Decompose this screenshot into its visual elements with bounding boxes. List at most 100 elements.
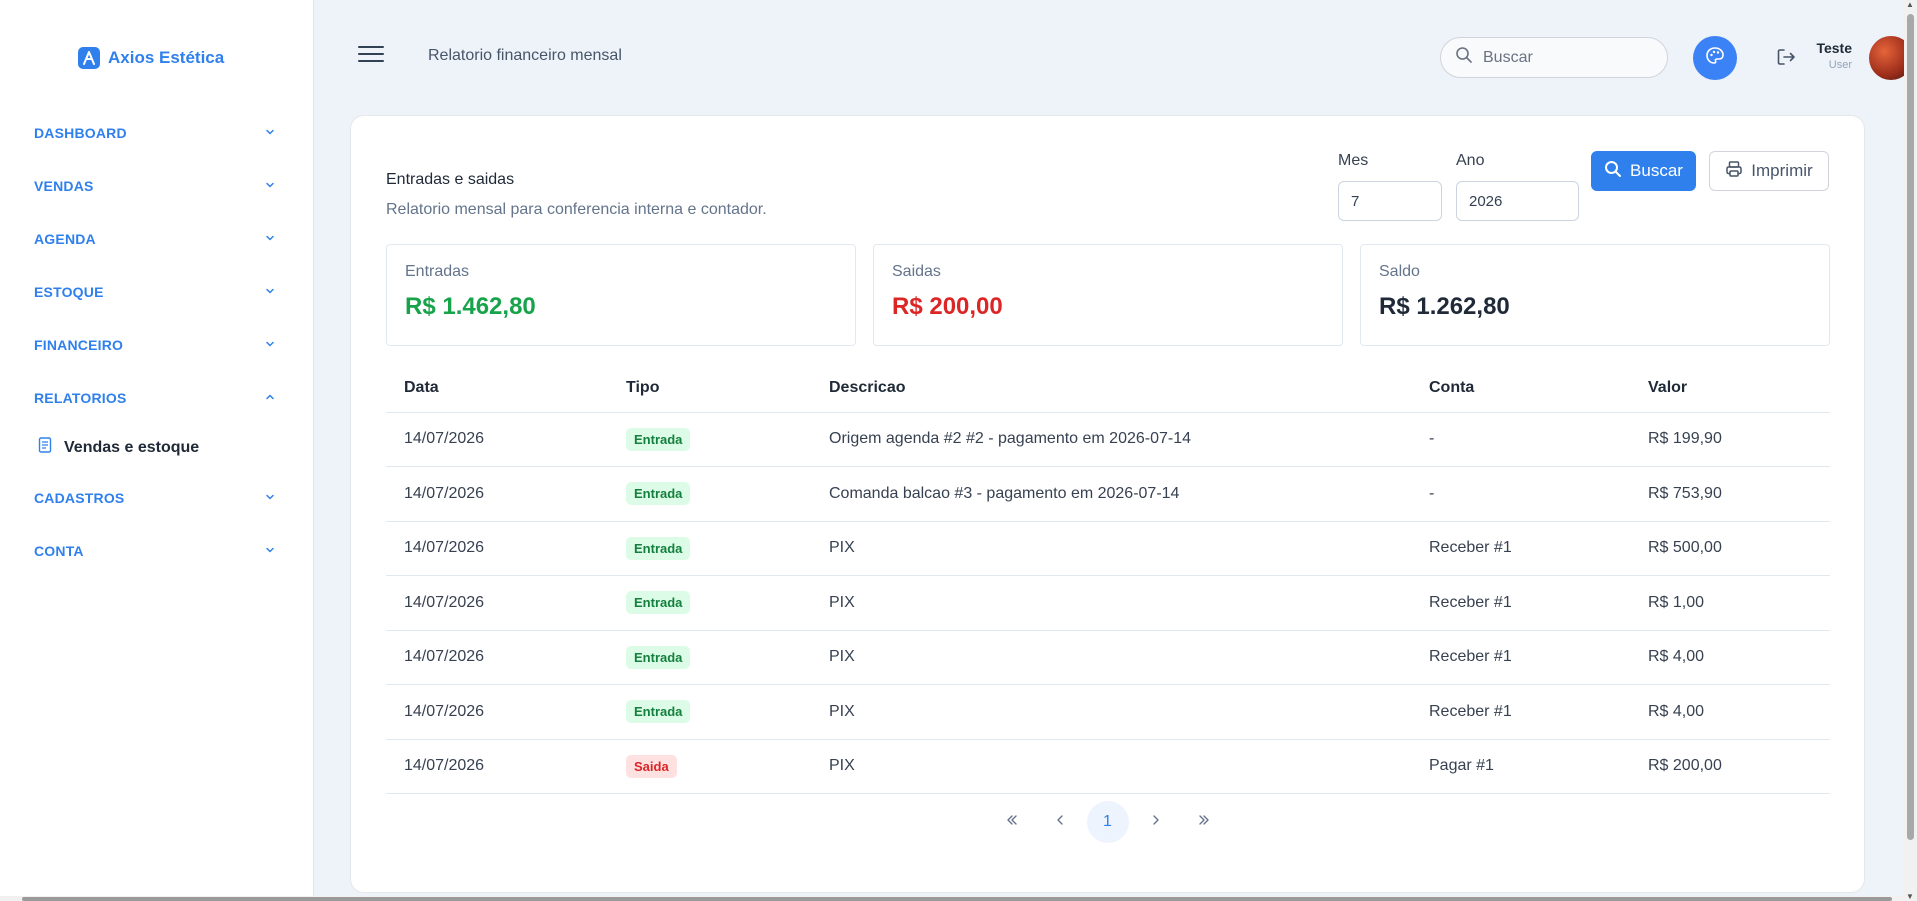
- cell-conta: Receber #1: [1411, 630, 1630, 685]
- chevron-left-icon: [1052, 812, 1068, 833]
- status-badge: Saida: [626, 754, 677, 778]
- table-row[interactable]: 14/07/2026 Entrada PIX Receber #1 R$ 4,00: [386, 630, 1830, 685]
- page-button-current[interactable]: 1: [1086, 801, 1129, 843]
- sidebar-item-label: ESTOQUE: [34, 283, 104, 300]
- column-header-tipo[interactable]: Tipo: [608, 364, 811, 413]
- search-button-label: Buscar: [1630, 161, 1683, 180]
- saidas-value: R$ 200,00: [892, 293, 1003, 320]
- theme-palette-button[interactable]: [1693, 36, 1737, 80]
- status-badge: Entrada: [626, 536, 691, 560]
- sidebar-item-financeiro[interactable]: FINANCEIRO: [0, 318, 314, 371]
- table-row[interactable]: 14/07/2026 Entrada Comanda balcao #3 - pag…: [386, 466, 1830, 522]
- table-header-row: Data Tipo Descricao Conta Valor: [386, 364, 1830, 413]
- cell-data: 14/07/2026: [386, 630, 608, 685]
- status-badge: Entrada: [626, 645, 691, 669]
- brand-name: Axios Estética: [108, 48, 225, 67]
- cell-tipo: Entrada: [608, 521, 811, 576]
- month-label: Mes: [1338, 152, 1369, 169]
- cell-tipo: Entrada: [608, 412, 811, 467]
- search-box[interactable]: [1440, 37, 1668, 78]
- cell-descricao: PIX: [811, 630, 1411, 685]
- search-input[interactable]: [1483, 48, 1643, 67]
- table-row[interactable]: 14/07/2026 Entrada Origem agenda #2 #2 - p…: [386, 412, 1830, 467]
- prev-page-button[interactable]: [1039, 801, 1081, 843]
- double-chevron-right-icon: [1196, 812, 1212, 833]
- cell-data: 14/07/2026: [386, 684, 608, 740]
- user-info[interactable]: Teste User: [1816, 40, 1852, 71]
- cell-tipo: Entrada: [608, 684, 811, 740]
- chevron-down-icon: [264, 543, 276, 559]
- sidebar-item-conta[interactable]: CONTA: [0, 524, 314, 577]
- user-name: Teste: [1816, 40, 1852, 56]
- next-page-button[interactable]: [1135, 801, 1177, 843]
- last-page-button[interactable]: [1183, 801, 1225, 843]
- cell-descricao: PIX: [811, 575, 1411, 631]
- cell-valor: R$ 4,00: [1630, 630, 1830, 685]
- sidebar-item-dashboard[interactable]: DASHBOARD: [0, 106, 314, 159]
- cell-data: 14/07/2026: [386, 521, 608, 576]
- year-input[interactable]: [1456, 181, 1579, 221]
- sidebar-item-label: FINANCEIRO: [34, 336, 124, 353]
- document-icon: [38, 437, 52, 458]
- column-header-valor[interactable]: Valor: [1630, 364, 1830, 413]
- cell-tipo: Entrada: [608, 575, 811, 631]
- column-header-descricao[interactable]: Descricao: [811, 364, 1411, 413]
- printer-icon: [1725, 160, 1743, 183]
- logout-button[interactable]: [1775, 46, 1797, 68]
- column-header-data[interactable]: Data: [386, 364, 608, 413]
- sidebar-item-estoque[interactable]: ESTOQUE: [0, 265, 314, 318]
- sidebar-item-label: VENDAS: [34, 177, 94, 194]
- sidebar-item-label: DASHBOARD: [34, 124, 127, 141]
- vertical-scrollbar[interactable]: ▲ ▼: [1904, 0, 1917, 901]
- brand[interactable]: Axios Estética: [78, 47, 224, 69]
- table-row[interactable]: 14/07/2026 Entrada PIX Receber #1 R$ 500,00: [386, 521, 1830, 576]
- cell-data: 14/07/2026: [386, 739, 608, 794]
- sidebar-item-relatorios[interactable]: RELATORIOS: [0, 371, 314, 424]
- first-page-button[interactable]: [991, 801, 1033, 843]
- chevron-down-icon: [264, 490, 276, 506]
- horizontal-scroll-thumb[interactable]: [22, 897, 1892, 901]
- scroll-down-arrow-icon[interactable]: ▼: [1906, 892, 1914, 901]
- table-row[interactable]: 14/07/2026 Saida PIX Pagar #1 R$ 200,00: [386, 739, 1830, 794]
- chevron-down-icon: [264, 284, 276, 300]
- report-title: Entradas e saidas: [386, 171, 515, 188]
- entradas-label: Entradas: [405, 263, 470, 280]
- sidebar: Axios Estética DASHBOARD VENDAS AGENDA ESTO…: [0, 0, 314, 901]
- status-badge: Entrada: [626, 700, 691, 724]
- cell-conta: Receber #1: [1411, 684, 1630, 740]
- month-input[interactable]: [1338, 181, 1442, 221]
- search-button[interactable]: Buscar: [1591, 151, 1696, 191]
- sidebar-subitem-label: Vendas e estoque: [64, 438, 200, 456]
- vertical-scroll-thumb[interactable]: [1907, 14, 1914, 840]
- column-header-conta[interactable]: Conta: [1411, 364, 1630, 413]
- cell-descricao: Origem agenda #2 #2 - pagamento em 2026-…: [811, 412, 1411, 467]
- chevron-up-icon: [264, 390, 276, 406]
- cell-conta: Pagar #1: [1411, 739, 1630, 794]
- palette-icon: [1705, 46, 1725, 71]
- sidebar-subitem-vendas-e-estoque[interactable]: Vendas e estoque: [0, 424, 314, 471]
- print-button-label: Imprimir: [1751, 161, 1813, 180]
- saldo-value: R$ 1.262,80: [1379, 293, 1510, 320]
- page-title: Relatorio financeiro mensal: [428, 47, 622, 64]
- cell-valor: R$ 500,00: [1630, 521, 1830, 576]
- chevron-down-icon: [264, 337, 276, 353]
- sidebar-item-vendas[interactable]: VENDAS: [0, 159, 314, 212]
- search-icon: [1604, 160, 1622, 183]
- sidebar-item-cadastros[interactable]: CADASTROS: [0, 471, 314, 524]
- horizontal-scrollbar[interactable]: [0, 896, 1904, 901]
- sidebar-item-label: CONTA: [34, 542, 84, 559]
- saidas-label: Saidas: [892, 263, 941, 280]
- sidebar-item-agenda[interactable]: AGENDA: [0, 212, 314, 265]
- cell-valor: R$ 199,90: [1630, 412, 1830, 467]
- print-button[interactable]: Imprimir: [1709, 151, 1829, 191]
- scroll-up-arrow-icon[interactable]: ▲: [1906, 0, 1914, 9]
- table-row[interactable]: 14/07/2026 Entrada PIX Receber #1 R$ 1,00: [386, 575, 1830, 631]
- table-row[interactable]: 14/07/2026 Entrada PIX Receber #1 R$ 4,00: [386, 684, 1830, 740]
- summary-entradas: Entradas R$ 1.462,80: [386, 244, 856, 346]
- entradas-value: R$ 1.462,80: [405, 293, 536, 320]
- menu-toggle-button[interactable]: [358, 46, 384, 66]
- cell-conta: Receber #1: [1411, 575, 1630, 631]
- chevron-right-icon: [1148, 812, 1164, 833]
- sidebar-item-label: CADASTROS: [34, 489, 125, 506]
- cell-descricao: PIX: [811, 521, 1411, 576]
